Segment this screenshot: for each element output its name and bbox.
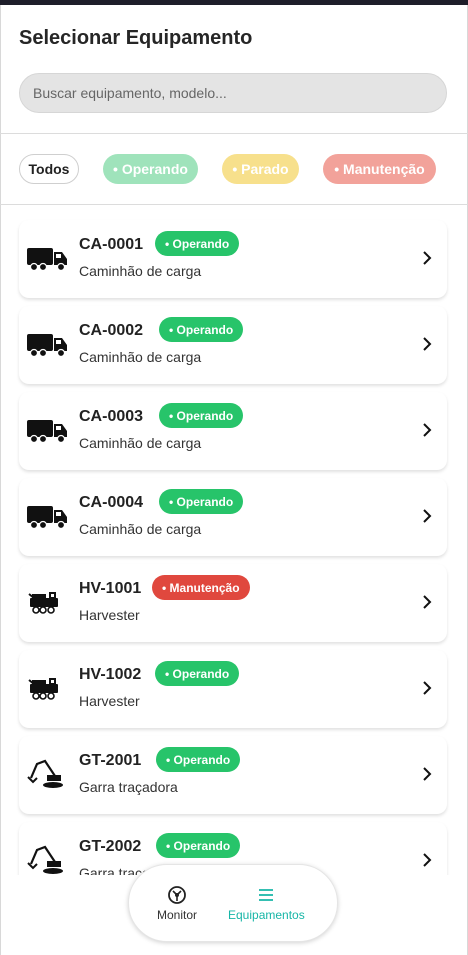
equipment-type: Caminhão de carga	[79, 435, 202, 451]
chevron-right-icon	[423, 509, 432, 523]
equipment-card[interactable]: CA-0004 • Operando Caminhão de carga	[19, 478, 447, 556]
equipment-card[interactable]: CA-0003 • Operando Caminhão de carga	[19, 392, 447, 470]
chevron-right-icon	[423, 595, 432, 609]
gauge-icon	[168, 886, 186, 904]
equipment-code: CA-0004	[79, 494, 144, 511]
equipment-type: Caminhão de carga	[79, 521, 202, 537]
equipment-code: GT-2002	[79, 838, 142, 855]
nav-monitor-label: Monitor	[157, 908, 198, 922]
bottom-nav: Monitor Equipamentos	[128, 864, 338, 942]
nav-equipamentos[interactable]: Equipamentos	[228, 885, 305, 922]
chevron-right-icon	[423, 767, 432, 781]
divider-top	[0, 133, 468, 134]
equipment-type: Caminhão de carga	[79, 349, 202, 365]
equipment-code: HV-1001	[79, 580, 142, 597]
equipment-card[interactable]: HV-1002 • Operando Harvester	[19, 650, 447, 728]
page-title: Selecionar Equipamento	[19, 27, 253, 49]
equipment-code: CA-0001	[79, 236, 144, 253]
harvester-icon	[28, 592, 58, 614]
truck-icon	[27, 506, 67, 530]
status-badge: • Manutenção	[152, 575, 250, 600]
chevron-right-icon	[423, 853, 432, 867]
filter-todos[interactable]: Todos	[19, 154, 79, 184]
truck-icon	[27, 334, 67, 358]
equipment-list: CA-0001 • Operando Caminhão de carga CA-…	[0, 206, 468, 875]
filter-operando[interactable]: • Operando	[103, 154, 198, 184]
chevron-right-icon	[423, 337, 432, 351]
search-input[interactable]: Buscar equipamento, modelo...	[19, 73, 447, 113]
equipment-code: GT-2001	[79, 752, 142, 769]
equipment-card[interactable]: HV-1001 • Manutenção Harvester	[19, 564, 447, 642]
equipment-code: HV-1002	[79, 666, 142, 683]
equipment-card[interactable]: CA-0002 • Operando Caminhão de carga	[19, 306, 447, 384]
equipment-card[interactable]: CA-0001 • Operando Caminhão de carga	[19, 220, 447, 298]
equipment-card[interactable]: GT-2001 • Operando Garra traçadora	[19, 736, 447, 814]
status-badge: • Operando	[155, 231, 240, 256]
equipment-type: Garra traçadora	[79, 779, 178, 795]
equipment-code: CA-0002	[79, 322, 144, 339]
equipment-type: Harvester	[79, 693, 140, 709]
window-top-bar	[0, 0, 468, 5]
equipment-code: CA-0003	[79, 408, 144, 425]
status-badge: • Operando	[159, 403, 244, 428]
truck-icon	[27, 420, 67, 444]
menu-icon	[259, 889, 274, 901]
status-badge: • Operando	[156, 833, 241, 858]
equipment-type: Harvester	[79, 607, 140, 623]
filter-manutencao[interactable]: • Manutenção	[323, 154, 436, 184]
nav-monitor[interactable]: Monitor	[157, 885, 197, 922]
filter-parado[interactable]: • Parado	[222, 154, 299, 184]
divider-filters	[0, 204, 468, 205]
excavator-icon	[27, 759, 63, 788]
chevron-right-icon	[423, 681, 432, 695]
status-badge: • Operando	[159, 317, 244, 342]
status-badge: • Operando	[156, 747, 241, 772]
harvester-icon	[28, 678, 58, 700]
equipment-type: Caminhão de carga	[79, 263, 202, 279]
chevron-right-icon	[423, 251, 432, 265]
nav-equipamentos-label: Equipamentos	[228, 908, 305, 922]
status-badge: • Operando	[155, 661, 240, 686]
excavator-icon	[27, 845, 63, 874]
truck-icon	[27, 248, 67, 272]
status-badge: • Operando	[159, 489, 244, 514]
chevron-right-icon	[423, 423, 432, 437]
